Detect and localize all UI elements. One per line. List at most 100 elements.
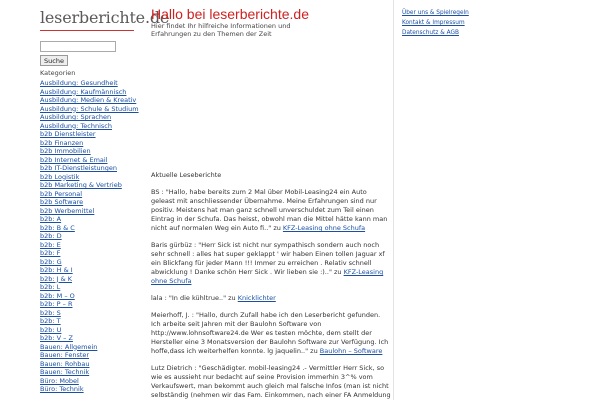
category-link[interactable]: b2b: V – Z bbox=[40, 334, 73, 342]
category-item: Bauen: Technik bbox=[40, 368, 140, 377]
category-link[interactable]: Bauen: Technik bbox=[40, 368, 89, 376]
category-item: b2b: D bbox=[40, 232, 140, 241]
category-item: b2b Software bbox=[40, 198, 140, 207]
category-item: b2b Finanzen bbox=[40, 139, 140, 148]
category-item: Bauen: Rohbau bbox=[40, 360, 140, 369]
category-link[interactable]: b2b Immobilien bbox=[40, 147, 91, 155]
category-item: b2b Internet & Email bbox=[40, 156, 140, 165]
category-link[interactable]: b2b: J & K bbox=[40, 275, 72, 283]
category-link[interactable]: b2b: E bbox=[40, 241, 61, 249]
category-link[interactable]: Bauen: Fenster bbox=[40, 351, 89, 359]
report-text: lala : "In die kühltrue.." zu bbox=[151, 294, 238, 302]
info-link-item: Über uns & Spielregeln bbox=[402, 8, 600, 18]
category-item: b2b Marketing & Vertrieb bbox=[40, 181, 140, 190]
category-item: b2b: B & C bbox=[40, 224, 140, 233]
report-entry: Lutz Dietrich : "Geschädigter. mobil-lea… bbox=[151, 364, 391, 400]
category-item: Bauen: Allgemein bbox=[40, 343, 140, 352]
category-item: b2b: V – Z bbox=[40, 334, 140, 343]
category-item: Ausbildung: Gesundheit bbox=[40, 79, 140, 88]
site-tagline: Hier findet Ihr hilfreiche Informationen… bbox=[151, 22, 291, 38]
search-button[interactable]: Suche bbox=[40, 55, 68, 66]
category-link[interactable]: Bauen: Rohbau bbox=[40, 360, 90, 368]
category-link[interactable]: b2b Dienstleister bbox=[40, 130, 96, 138]
site-logo[interactable]: leserberichte.de bbox=[40, 8, 169, 27]
category-item: b2b: H & I bbox=[40, 266, 140, 275]
category-item: b2b: P – R bbox=[40, 300, 140, 309]
category-item: Ausbildung: Schule & Studium bbox=[40, 105, 140, 114]
info-link-item: Kontakt & Impressum bbox=[402, 18, 600, 28]
category-link[interactable]: b2b: G bbox=[40, 258, 62, 266]
category-item: Ausbildung: Sprachen bbox=[40, 113, 140, 122]
category-link[interactable]: b2b: M – O bbox=[40, 292, 75, 300]
category-link[interactable]: Büro: Technik bbox=[40, 385, 84, 393]
category-item: b2b: L bbox=[40, 283, 140, 292]
logo-divider bbox=[40, 30, 134, 31]
category-link[interactable]: b2b IT-Dienstleistungen bbox=[40, 164, 117, 172]
report-entry: lala : "In die kühltrue.." zu Knicklicht… bbox=[151, 294, 391, 303]
category-link[interactable]: Büro: Mobel bbox=[40, 377, 79, 385]
category-item: Bauen: Fenster bbox=[40, 351, 140, 360]
category-link[interactable]: b2b: T bbox=[40, 317, 61, 325]
category-item: Ausbildung: Medien & Kreativ bbox=[40, 96, 140, 105]
category-item: Büro: Mobel bbox=[40, 377, 140, 386]
info-links: Über uns & Spielregeln Kontakt & Impressu… bbox=[402, 8, 600, 38]
category-link[interactable]: b2b Werbemittel bbox=[40, 207, 94, 215]
category-link[interactable]: b2b Logistik bbox=[40, 173, 79, 181]
info-link[interactable]: Datenschutz & AGB bbox=[402, 30, 459, 36]
report-list: BS : "Hallo, habe bereits zum 2 Mal über… bbox=[151, 188, 391, 400]
right-sidebar: Über uns & Spielregeln Kontakt & Impressu… bbox=[393, 0, 600, 400]
category-link[interactable]: b2b: B & C bbox=[40, 224, 75, 232]
report-entry: Meierhoff, J. : "Hallo, durch Zufall hab… bbox=[151, 311, 391, 356]
search-input[interactable] bbox=[40, 41, 116, 52]
info-link-item: Datenschutz & AGB bbox=[402, 28, 600, 38]
category-link[interactable]: b2b Personal bbox=[40, 190, 82, 198]
report-topic-link[interactable]: KFZ-Leasing ohne Schufa bbox=[283, 224, 365, 232]
category-item: b2b: J & K bbox=[40, 275, 140, 284]
category-link[interactable]: b2b: F bbox=[40, 249, 60, 257]
category-link[interactable]: b2b: S bbox=[40, 309, 61, 317]
category-link[interactable]: b2b Software bbox=[40, 198, 83, 206]
category-link[interactable]: b2b: H & I bbox=[40, 266, 73, 274]
category-link[interactable]: b2b: D bbox=[40, 232, 62, 240]
report-topic-link[interactable]: Baulohn – Software bbox=[320, 347, 383, 355]
category-link[interactable]: b2b: A bbox=[40, 215, 61, 223]
category-link[interactable]: b2b Marketing & Vertrieb bbox=[40, 181, 122, 189]
category-link[interactable]: Bauen: Allgemein bbox=[40, 343, 97, 351]
categories-heading: Kategorien bbox=[40, 69, 76, 77]
category-link[interactable]: Ausbildung: Gesundheit bbox=[40, 79, 118, 87]
category-item: b2b: E bbox=[40, 241, 140, 250]
category-link[interactable]: b2b: U bbox=[40, 326, 61, 334]
left-sidebar: leserberichte.de Suche Kategorien Ausbil… bbox=[40, 8, 169, 394]
category-item: b2b Immobilien bbox=[40, 147, 140, 156]
report-topic-link[interactable]: Knicklichter bbox=[238, 294, 276, 302]
info-link[interactable]: Kontakt & Impressum bbox=[402, 20, 465, 26]
category-item: b2b Dienstleister bbox=[40, 130, 140, 139]
category-item: b2b: F bbox=[40, 249, 140, 258]
category-list: Ausbildung: Gesundheit Ausbildung: Kaufmä… bbox=[40, 79, 140, 394]
category-item: b2b: U bbox=[40, 326, 140, 335]
category-item: b2b: T bbox=[40, 317, 140, 326]
category-link[interactable]: Ausbildung: Technisch bbox=[40, 122, 112, 130]
category-link[interactable]: Ausbildung: Sprachen bbox=[40, 113, 111, 121]
category-link[interactable]: Ausbildung: Schule & Studium bbox=[40, 105, 139, 113]
report-entry: Baris gürbüz : "Herr Sick ist nicht nur … bbox=[151, 241, 391, 286]
category-link[interactable]: b2b Finanzen bbox=[40, 139, 83, 147]
category-link[interactable]: b2b: P – R bbox=[40, 300, 72, 308]
category-item: b2b Logistik bbox=[40, 173, 140, 182]
report-entry: BS : "Hallo, habe bereits zum 2 Mal über… bbox=[151, 188, 391, 233]
category-link[interactable]: b2b: L bbox=[40, 283, 60, 291]
category-link[interactable]: Ausbildung: Medien & Kreativ bbox=[40, 96, 136, 104]
category-item: b2b: A bbox=[40, 215, 140, 224]
category-item: Ausbildung: Technisch bbox=[40, 122, 140, 131]
category-item: Büro: Technik bbox=[40, 385, 140, 394]
category-item: Ausbildung: Kaufmännisch bbox=[40, 88, 140, 97]
category-item: b2b: G bbox=[40, 258, 140, 267]
category-item: b2b: S bbox=[40, 309, 140, 318]
report-text: Lutz Dietrich : "Geschädigter. mobil-lea… bbox=[151, 364, 391, 399]
site-title[interactable]: Hallo bei leserberichte.de bbox=[151, 6, 391, 23]
category-link[interactable]: b2b Internet & Email bbox=[40, 156, 108, 164]
recent-reports-heading: Aktuelle Leseberichte bbox=[151, 171, 222, 179]
category-link[interactable]: Ausbildung: Kaufmännisch bbox=[40, 88, 126, 96]
info-link[interactable]: Über uns & Spielregeln bbox=[402, 10, 469, 16]
category-item: b2b: M – O bbox=[40, 292, 140, 301]
